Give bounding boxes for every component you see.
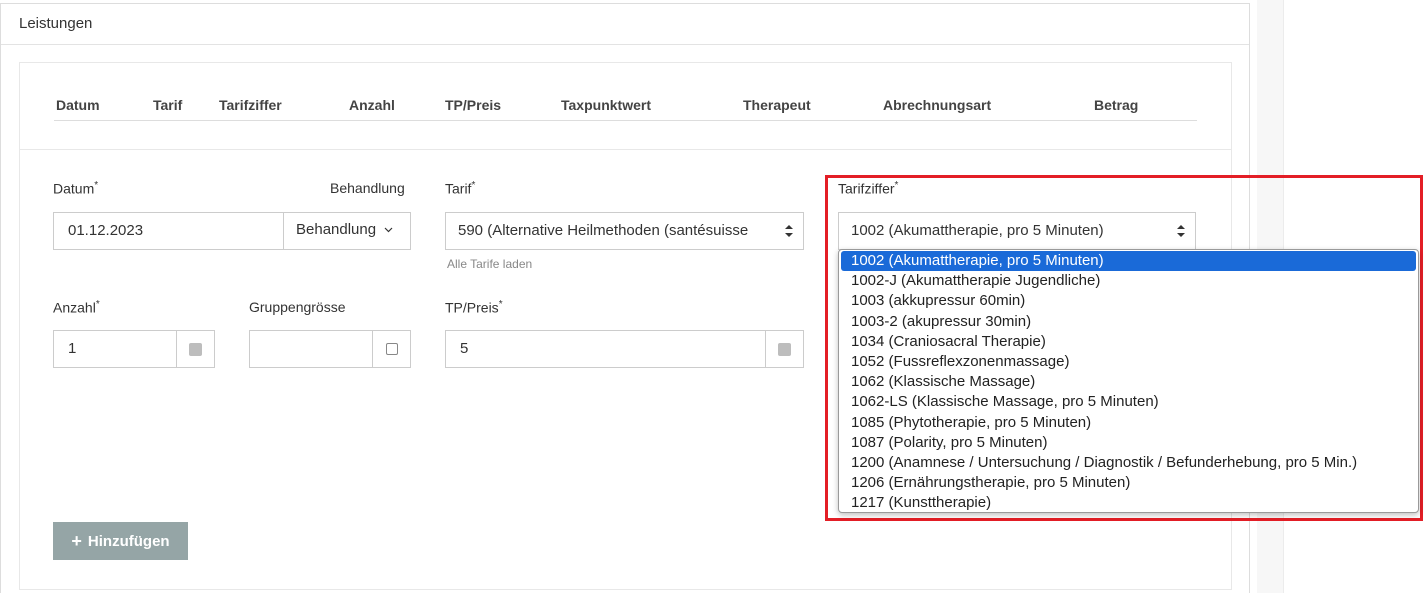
updown-arrows-icon [785,225,793,237]
gruppengroesse-checkbox[interactable] [372,330,411,368]
tarifziffer-option[interactable]: 1002-J (Akumattherapie Jugendliche) [839,271,1418,291]
plus-icon: + [71,531,82,551]
tarifziffer-option[interactable]: 1206 (Ernährungstherapie, pro 5 Minuten) [839,473,1418,493]
filled-square-icon [778,342,791,356]
datum-label: Datum* [53,180,99,197]
tarifziffer-option[interactable]: 1062-LS (Klassische Massage, pro 5 Minut… [839,392,1418,412]
tp-preis-addon[interactable] [765,330,804,368]
th-abrechnungsart: Abrechnungsart [883,97,992,113]
tp-preis-label: TP/Preis* [445,299,503,316]
th-datum: Datum [56,97,100,113]
th-tarif: Tarif [153,97,183,113]
page: Leistungen Datum Tarif Tarifziffer Anzah… [0,0,1426,593]
tarif-label: Tarif* [445,180,476,197]
gruppengroesse-label: Gruppengrösse [249,299,346,315]
tarifziffer-option[interactable]: 1200 (Anamnese / Untersuchung / Diagnost… [839,453,1418,473]
behandlung-label: Behandlung [330,180,405,196]
th-therapeut: Therapeut [743,97,811,113]
add-button-label: Hinzufügen [87,532,170,550]
filled-square-icon [189,342,202,356]
th-taxpunktwert: Taxpunktwert [561,97,651,113]
anzahl-label: Anzahl* [53,299,100,316]
th-tp-preis: TP/Preis [445,97,502,113]
tarifziffer-option[interactable]: 1085 (Phytotherapie, pro 5 Minuten) [839,413,1418,433]
gruppengroesse-input[interactable] [249,330,373,368]
th-anzahl: Anzahl [349,97,395,113]
add-button[interactable]: + Hinzufügen [53,522,188,560]
tarifziffer-option[interactable]: 1003-2 (akupressur 30min) [839,312,1418,332]
anzahl-addon[interactable] [176,330,215,368]
tp-preis-input[interactable]: 5 [445,330,766,368]
anzahl-input[interactable]: 1 [53,330,177,368]
tarifziffer-option[interactable]: 1034 (Craniosacral Therapie) [839,332,1418,352]
panel-title: Leistungen [1,4,1249,45]
chevron-down-icon [384,227,393,233]
tarifziffer-option[interactable]: 1217 (Kunsttherapie) [839,493,1418,512]
tarif-select[interactable]: 590 (Alternative Heilmethoden (santésuis… [445,212,804,250]
behandlung-dropdown-button[interactable]: Behandlung [283,212,411,250]
th-tarifziffer: Tarifziffer [219,97,282,113]
tarifziffer-option[interactable]: 1002 (Akumattherapie, pro 5 Minuten) [841,251,1416,272]
table-header-row: Datum Tarif Tarifziffer Anzahl TP/Preis … [54,97,1197,121]
tarifziffer-option[interactable]: 1003 (akkupressur 60min) [839,291,1418,311]
tarifziffer-option[interactable]: 1062 (Klassische Massage) [839,372,1418,392]
tarifziffer-options-list[interactable]: 1002 (Akumattherapie, pro 5 Minuten) 100… [838,249,1419,513]
checkbox-icon [385,343,398,355]
section-divider [20,149,1231,150]
th-betrag: Betrag [1094,97,1139,113]
alle-tarife-laden-link[interactable]: Alle Tarife laden [447,257,532,271]
tarifziffer-option[interactable]: 1052 (Fussreflexzonenmassage) [839,352,1418,372]
datum-input[interactable]: 01.12.2023 [53,212,284,250]
tarifziffer-option[interactable]: 1087 (Polarity, pro 5 Minuten) [839,433,1418,453]
